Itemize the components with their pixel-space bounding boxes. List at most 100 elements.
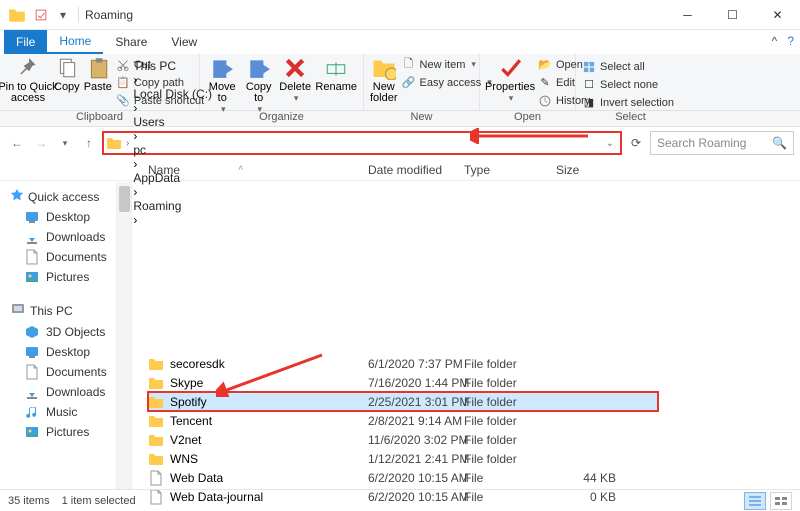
file-date: 2/8/2021 9:14 AM xyxy=(368,414,464,428)
nav-label: Desktop xyxy=(46,345,90,359)
nav-item[interactable]: Music xyxy=(0,402,131,422)
recent-locations-button[interactable]: ▾ xyxy=(54,132,76,154)
nav-this-pc[interactable]: This PC xyxy=(0,299,131,322)
nav-item[interactable]: 3D Objects xyxy=(0,322,131,342)
nav-label: 3D Objects xyxy=(46,325,105,339)
nav-item[interactable]: Documents xyxy=(0,362,131,382)
chevron-right-icon[interactable]: › xyxy=(133,101,137,115)
file-row[interactable]: WNS1/12/2021 2:41 PMFile folder xyxy=(148,449,636,468)
group-open: Properties▾ 📂Open▾ ✎Edit History xyxy=(480,54,576,110)
details-view-button[interactable] xyxy=(744,492,766,510)
folder-icon xyxy=(8,6,26,24)
address-dropdown-icon[interactable]: ⌄ xyxy=(606,138,614,149)
nav-item[interactable]: Pictures📌 xyxy=(0,267,131,287)
file-row[interactable]: Tencent2/8/2021 9:14 AMFile folder xyxy=(148,411,636,430)
qat-properties-icon[interactable] xyxy=(32,6,50,24)
chevron-right-icon[interactable]: › xyxy=(133,157,137,171)
folder-icon xyxy=(106,135,122,151)
invert-selection-button[interactable]: ◨Invert selection xyxy=(582,94,674,111)
nav-item[interactable]: Downloads📌 xyxy=(0,227,131,247)
file-name: Spotify xyxy=(170,395,368,409)
file-icon xyxy=(148,470,164,486)
maximize-button[interactable]: ☐ xyxy=(710,0,755,30)
nav-icon xyxy=(24,404,40,420)
nav-item[interactable]: Documents📌 xyxy=(0,247,131,267)
properties-button[interactable]: Properties▾ xyxy=(486,56,534,104)
back-button[interactable]: ← xyxy=(6,132,28,154)
refresh-button[interactable]: ⟳ xyxy=(624,131,648,155)
rename-button[interactable]: Rename xyxy=(315,56,357,93)
file-row[interactable]: V2net11/6/2020 3:02 PMFile folder xyxy=(148,430,636,449)
navpane-scrollbar[interactable] xyxy=(116,182,131,489)
search-input[interactable]: Search Roaming 🔍 xyxy=(650,131,794,155)
select-none-button[interactable]: ☐Select none xyxy=(582,76,674,93)
nav-item[interactable]: Pictures xyxy=(0,422,131,442)
file-row[interactable]: Web Data6/2/2020 10:15 AMFile44 KB xyxy=(148,468,636,487)
file-type: File xyxy=(464,471,556,485)
nav-item[interactable]: Desktop📌 xyxy=(0,207,131,227)
star-icon xyxy=(10,188,24,205)
breadcrumb-segment[interactable]: pc xyxy=(133,143,212,157)
up-button[interactable]: ↑ xyxy=(78,132,100,154)
file-list: secoresdk6/1/2020 7:37 PMFile folderSkyp… xyxy=(132,182,800,489)
title-bar: ▾ Roaming ─ ☐ ✕ xyxy=(0,0,800,30)
chevron-right-icon[interactable]: › xyxy=(126,138,129,149)
file-row[interactable]: secoresdk6/1/2020 7:37 PMFile folder xyxy=(148,354,636,373)
nav-icon xyxy=(24,249,40,265)
address-bar[interactable]: › This PC›Local Disk (C:)›Users›pc›AppDa… xyxy=(102,131,622,155)
column-name[interactable]: Name ˄ xyxy=(148,163,368,177)
window-title: Roaming xyxy=(85,8,133,22)
ribbon-collapse-icon[interactable]: ^ xyxy=(772,34,778,48)
history-icon xyxy=(538,94,552,108)
chevron-right-icon[interactable]: › xyxy=(133,73,137,87)
file-name: secoresdk xyxy=(170,357,368,371)
pc-icon xyxy=(10,301,26,320)
file-name: Skype xyxy=(170,376,368,390)
breadcrumb-segment[interactable]: Local Disk (C:) xyxy=(133,87,212,101)
select-all-button[interactable]: Select all xyxy=(582,58,674,75)
easy-access-button[interactable]: 🔗Easy access▾ xyxy=(402,74,492,91)
forward-button[interactable]: → xyxy=(30,132,52,154)
copy-to-button[interactable]: Copy to▾ xyxy=(242,56,274,115)
navigation-bar: ← → ▾ ↑ › This PC›Local Disk (C:)›Users›… xyxy=(0,127,800,159)
file-date: 6/2/2020 10:15 AM xyxy=(368,471,464,485)
file-date: 2/25/2021 3:01 PM xyxy=(368,395,464,409)
column-type[interactable]: Type xyxy=(464,163,556,177)
group-new: New folder 🗋New item▾ 🔗Easy access▾ xyxy=(364,54,480,110)
chevron-right-icon[interactable]: › xyxy=(133,129,137,143)
new-item-button[interactable]: 🗋New item▾ xyxy=(402,56,492,73)
pin-to-quick-access-button[interactable]: Pin to Quick access xyxy=(6,56,50,104)
file-name: WNS xyxy=(170,452,368,466)
delete-button[interactable]: Delete▾ xyxy=(279,56,311,104)
ribbon-tabs: File Home Share View ^ ? xyxy=(0,30,800,54)
tab-share[interactable]: Share xyxy=(103,30,159,54)
ribbon-help-icon[interactable]: ? xyxy=(787,34,794,48)
tab-home[interactable]: Home xyxy=(47,30,103,54)
nav-icon xyxy=(24,229,40,245)
tab-view[interactable]: View xyxy=(159,30,209,54)
paste-button[interactable]: Paste xyxy=(84,56,112,93)
qat-dropdown-icon[interactable]: ▾ xyxy=(54,6,72,24)
tab-file[interactable]: File xyxy=(4,30,47,54)
minimize-button[interactable]: ─ xyxy=(665,0,710,30)
breadcrumb-segment[interactable]: Users xyxy=(133,115,212,129)
nav-icon xyxy=(24,384,40,400)
nav-quick-access[interactable]: Quick access xyxy=(0,186,131,207)
new-folder-button[interactable]: New folder xyxy=(370,56,398,104)
file-row[interactable]: Spotify2/25/2021 3:01 PMFile folder xyxy=(148,392,658,411)
sort-indicator-icon: ˄ xyxy=(238,163,243,173)
nav-item[interactable]: Downloads xyxy=(0,382,131,402)
nav-icon xyxy=(24,364,40,380)
ribbon-group-labels: Clipboard Organize New Open Select xyxy=(0,111,800,127)
column-date[interactable]: Date modified xyxy=(368,163,464,177)
nav-label: Documents xyxy=(46,250,107,264)
close-button[interactable]: ✕ xyxy=(755,0,800,30)
nav-icon xyxy=(24,324,40,340)
column-size[interactable]: Size xyxy=(556,163,636,177)
nav-label: Downloads xyxy=(46,385,105,399)
copy-button[interactable]: Copy xyxy=(54,56,80,93)
breadcrumb-segment[interactable]: This PC xyxy=(133,59,212,73)
thumbnails-view-button[interactable] xyxy=(770,492,792,510)
nav-item[interactable]: Desktop xyxy=(0,342,131,362)
file-row[interactable]: Skype7/16/2020 1:44 PMFile folder xyxy=(148,373,636,392)
